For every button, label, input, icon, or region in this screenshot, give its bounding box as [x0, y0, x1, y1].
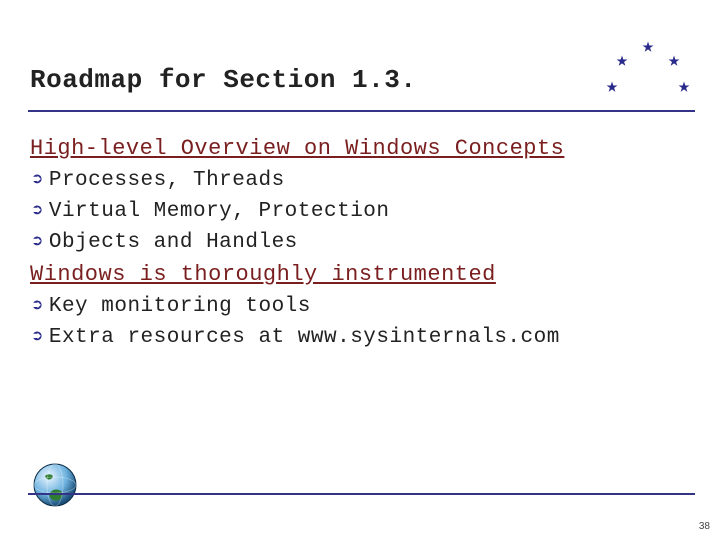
bullet-text: Objects and Handles	[49, 231, 298, 254]
star-icon: ★	[642, 38, 654, 58]
bullet-text: Extra resources at www.sysinternals.com	[49, 326, 560, 349]
star-icon: ★	[606, 78, 618, 98]
footer-rule	[28, 493, 695, 495]
bullet-item: ➲ Objects and Handles	[32, 231, 680, 254]
bullet-text: Key monitoring tools	[49, 295, 311, 318]
page-number: 38	[699, 521, 710, 532]
bullet-text: Processes, Threads	[49, 169, 285, 192]
bullet-item: ➲ Processes, Threads	[32, 169, 680, 192]
section-heading: High-level Overview on Windows Concepts	[30, 136, 680, 161]
bullet-arrow-icon: ➲	[32, 326, 43, 348]
title-area: Roadmap for Section 1.3.	[30, 65, 610, 95]
star-cluster-icon: ★ ★ ★ ★ ★	[606, 38, 698, 118]
section-heading: Windows is thoroughly instrumented	[30, 262, 680, 287]
bullet-arrow-icon: ➲	[32, 169, 43, 191]
title-rule	[28, 110, 695, 112]
slide: Roadmap for Section 1.3. ★ ★ ★ ★ ★ High-…	[0, 0, 720, 540]
bullet-item: ➲ Extra resources at www.sysinternals.co…	[32, 326, 680, 349]
globe-icon	[32, 462, 78, 508]
star-icon: ★	[678, 78, 690, 98]
bullet-arrow-icon: ➲	[32, 295, 43, 317]
bullet-arrow-icon: ➲	[32, 200, 43, 222]
bullet-arrow-icon: ➲	[32, 231, 43, 253]
slide-title: Roadmap for Section 1.3.	[30, 65, 610, 95]
star-icon: ★	[668, 52, 680, 72]
slide-body: High-level Overview on Windows Concepts …	[30, 128, 680, 357]
bullet-item: ➲ Key monitoring tools	[32, 295, 680, 318]
bullet-item: ➲ Virtual Memory, Protection	[32, 200, 680, 223]
star-icon: ★	[616, 52, 628, 72]
bullet-text: Virtual Memory, Protection	[49, 200, 390, 223]
